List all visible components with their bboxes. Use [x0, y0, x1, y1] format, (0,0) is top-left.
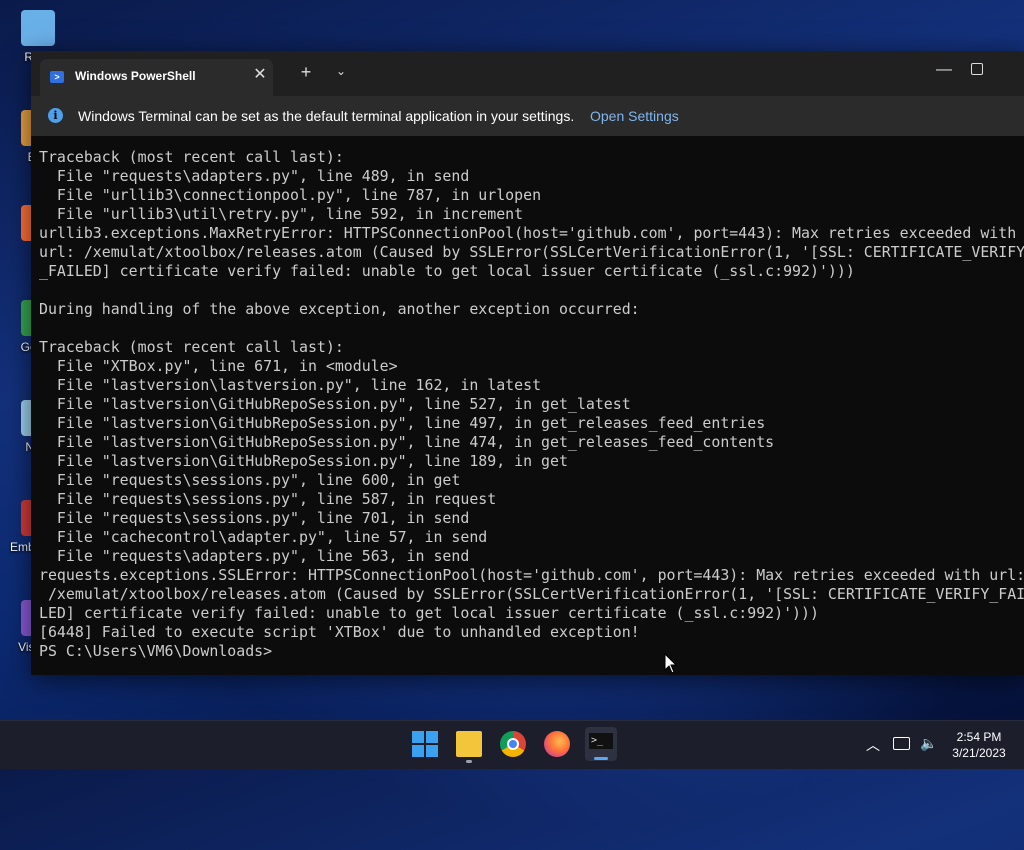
console-line: File "lastversion\GitHubRepoSession.py",…	[39, 452, 568, 470]
taskbar: >_ ︿ 🔈 2:54 PM 3/21/2023	[0, 720, 1024, 769]
info-bar: i Windows Terminal can be set as the def…	[31, 96, 1024, 136]
tab-title: Windows PowerShell	[75, 69, 196, 83]
running-indicator	[466, 760, 472, 763]
title-bar[interactable]: > Windows PowerShell ✕ + ⌄ —	[31, 51, 1024, 96]
chevron-up-icon[interactable]: ︿	[866, 735, 880, 755]
console-line: File "requests\adapters.py", line 563, i…	[39, 547, 470, 565]
console-line: _FAILED] certificate verify failed: unab…	[39, 262, 855, 280]
console-line: /xemulat/xtoolbox/releases.atom (Caused …	[39, 585, 1024, 603]
tab-windows-powershell[interactable]: > Windows PowerShell ✕	[40, 59, 273, 96]
clock[interactable]: 2:54 PM 3/21/2023	[944, 729, 1014, 761]
clock-date: 3/21/2023	[952, 746, 1006, 760]
console-line: File "lastversion\GitHubRepoSession.py",…	[39, 395, 631, 413]
info-message: Windows Terminal can be set as the defau…	[78, 108, 575, 124]
console-line: File "requests\sessions.py", line 587, i…	[39, 490, 497, 508]
maximize-button[interactable]	[971, 63, 983, 75]
open-settings-link[interactable]: Open Settings	[590, 108, 679, 124]
console-line: [6448] Failed to execute script 'XTBox' …	[39, 623, 640, 641]
terminal-icon[interactable]: >_	[585, 727, 617, 761]
console-line: url: /xemulat/xtoolbox/releases.atom (Ca…	[39, 243, 1024, 261]
volume-muted-icon[interactable]: 🔈	[920, 735, 937, 752]
console-line: PS C:\Users\VM6\Downloads>	[39, 642, 273, 660]
chevron-down-icon[interactable]: ⌄	[329, 64, 353, 78]
start-windows-icon[interactable]	[412, 731, 438, 757]
network-icon[interactable]	[893, 737, 910, 750]
active-indicator	[594, 757, 608, 760]
console-line: File "requests\adapters.py", line 489, i…	[39, 167, 470, 185]
console-line: File "lastversion\lastversion.py", line …	[39, 376, 542, 394]
file-explorer-icon[interactable]	[456, 731, 482, 757]
new-tab-button[interactable]: +	[294, 62, 318, 83]
console-line: File "urllib3\util\retry.py", line 592, …	[39, 205, 524, 223]
console-line: File "requests\sessions.py", line 701, i…	[39, 509, 470, 527]
console-line: File "requests\sessions.py", line 600, i…	[39, 471, 461, 489]
console-line: File "urllib3\connectionpool.py", line 7…	[39, 186, 542, 204]
terminal-window: > Windows PowerShell ✕ + ⌄ — i Windows T…	[31, 51, 1024, 675]
recycle-bin-icon	[21, 10, 55, 46]
minimize-button[interactable]: —	[924, 61, 964, 79]
console-line: File "lastversion\GitHubRepoSession.py",…	[39, 433, 775, 451]
console-line: Traceback (most recent call last):	[39, 338, 344, 356]
console-line: File "XTBox.py", line 671, in <module>	[39, 357, 398, 375]
console-line: urllib3.exceptions.MaxRetryError: HTTPSC…	[39, 224, 1017, 242]
firefox-icon[interactable]	[544, 731, 570, 757]
console-line: Traceback (most recent call last):	[39, 148, 344, 166]
console-line: requests.exceptions.SSLError: HTTPSConne…	[39, 566, 1024, 584]
console-output[interactable]: Traceback (most recent call last): File …	[39, 148, 1024, 668]
console-line: File "cachecontrol\adapter.py", line 57,…	[39, 528, 488, 546]
mouse-cursor-icon	[664, 652, 678, 674]
clock-time: 2:54 PM	[956, 730, 1002, 744]
console-line: During handling of the above exception, …	[39, 300, 640, 318]
info-icon: i	[48, 108, 63, 123]
console-line: File "lastversion\GitHubRepoSession.py",…	[39, 414, 766, 432]
powershell-icon: >	[50, 71, 64, 83]
close-tab-icon[interactable]: ✕	[250, 65, 270, 85]
console-line: LED] certificate verify failed: unable t…	[39, 604, 819, 622]
chrome-icon[interactable]	[500, 731, 526, 757]
